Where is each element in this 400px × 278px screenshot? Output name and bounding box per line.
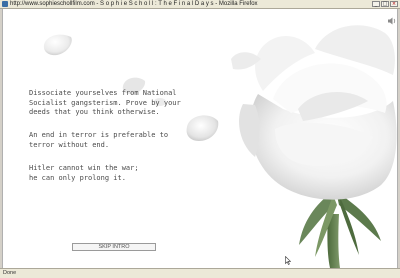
skip-intro-button[interactable]: SKIP INTRO (72, 243, 156, 251)
window-title: http://www.sophieschollfilm.com - S o p … (10, 1, 258, 7)
window-controls: _ □ × (372, 1, 398, 7)
favicon-icon (2, 1, 8, 7)
quote-3: Hitler cannot win the war; he can only p… (29, 164, 139, 183)
quote-1-line-3: deeds that you think otherwise. (29, 108, 160, 116)
quote-2-line-2: terror without end. (29, 140, 110, 149)
quote-1: Dissociate yourselves from National Soci… (29, 89, 181, 118)
close-button[interactable]: × (390, 1, 398, 7)
flash-intro-page: Dissociate yourselves from National Soci… (2, 9, 398, 268)
quote-2-line-1: An end in terror is preferable to (29, 131, 169, 139)
white-rose-image (231, 25, 397, 268)
maximize-button[interactable]: □ (381, 1, 389, 7)
quote-3-line-2: he can only prolong it. (29, 173, 126, 182)
quote-2: An end in terror is preferable to terror… (29, 131, 168, 150)
quote-3-line-1: Hitler cannot win the war; (29, 164, 139, 172)
minimize-button[interactable]: _ (372, 1, 380, 7)
status-text: Done (3, 270, 17, 276)
mouse-cursor-icon (285, 256, 291, 265)
petal-image-1 (43, 34, 72, 56)
status-bar: Done (0, 268, 400, 278)
speaker-icon[interactable] (388, 17, 397, 25)
browser-title-bar: http://www.sophieschollfilm.com - S o p … (0, 0, 400, 9)
quote-1-line-2: Socialist gangsterism. Prove by your (29, 98, 181, 107)
quote-1-line-1: Dissociate yourselves from National (29, 89, 177, 97)
